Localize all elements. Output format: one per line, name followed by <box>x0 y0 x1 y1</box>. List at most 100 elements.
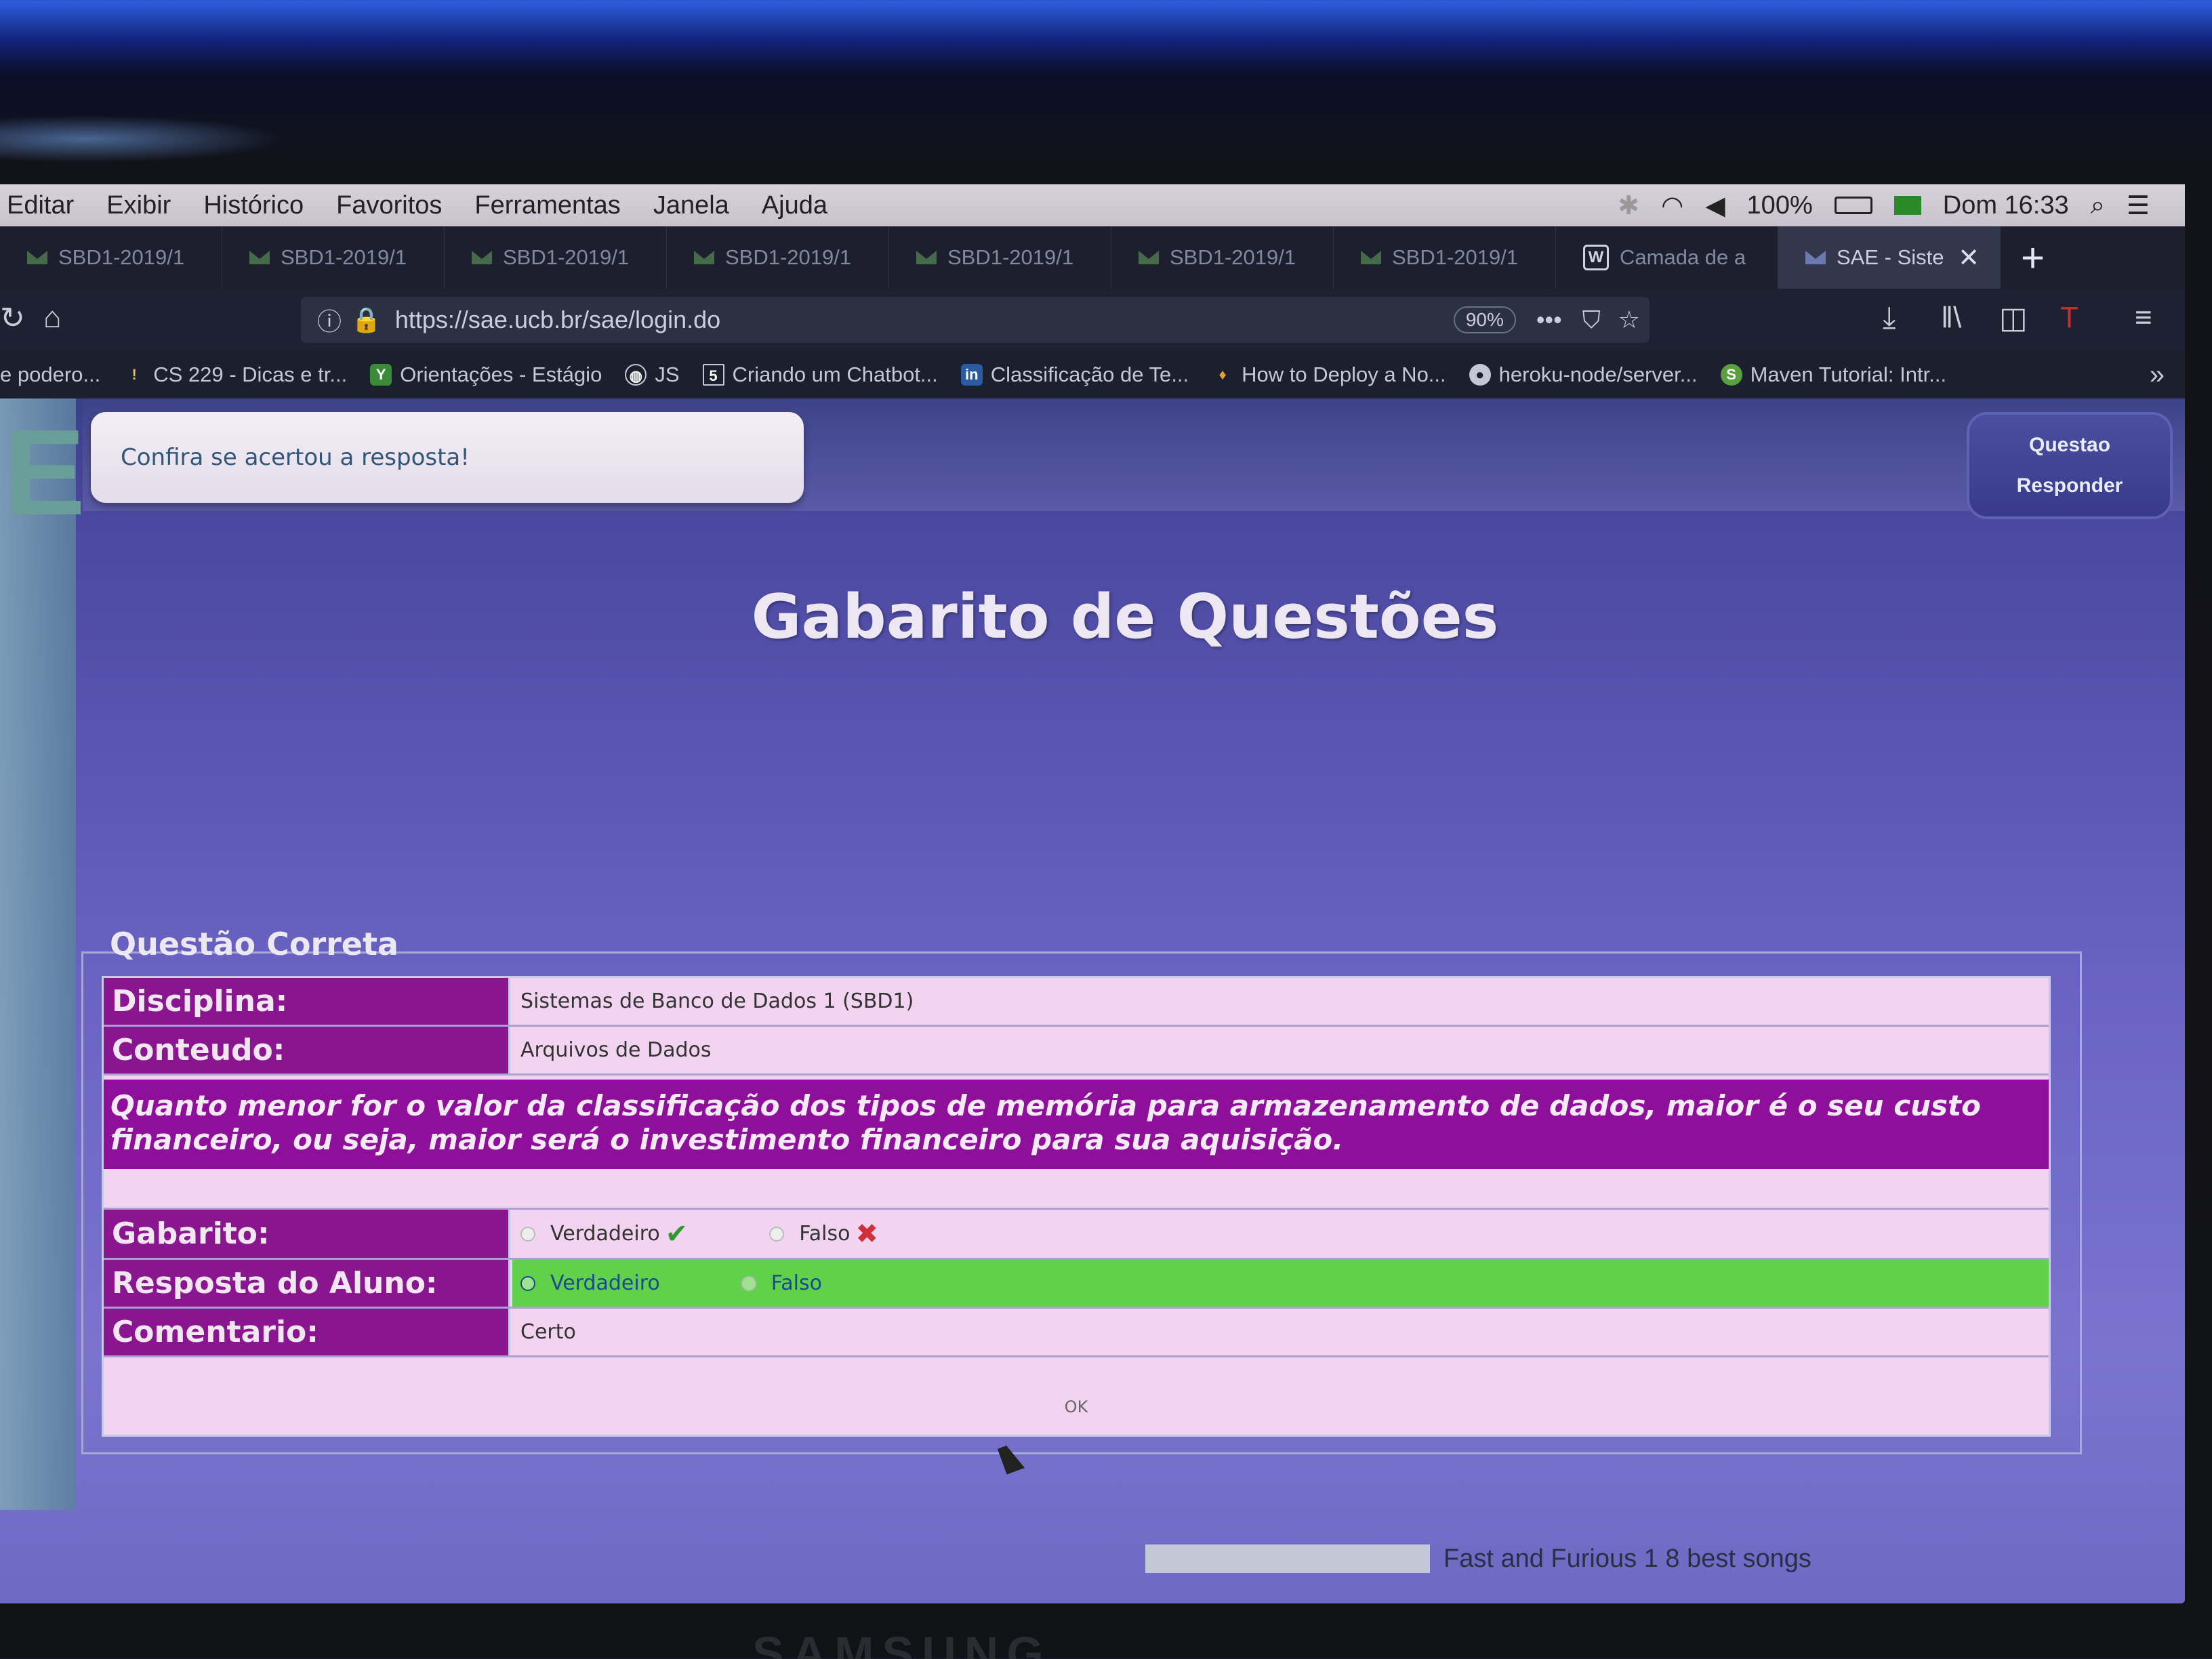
tab-label: SBD1-2019/1 <box>1392 245 1519 269</box>
menu-janela[interactable]: Janela <box>653 191 729 220</box>
gabarito-falso-radio <box>769 1226 785 1242</box>
gmail-icon <box>694 251 714 264</box>
lock-warning-icon[interactable]: 🔒 <box>351 306 382 334</box>
row-comentario: Comentario: Certo <box>104 1309 2049 1357</box>
bookmarks-bar: e podero... ! CS 229 - Dicas e tr... Y Ori… <box>0 351 2185 398</box>
tab-sbd1-5[interactable]: SBD1-2019/1 <box>889 226 1111 289</box>
bookmarks-overflow-icon[interactable]: » <box>2150 360 2165 390</box>
menubar-status-area: ✱ ◠ ◀ 100% Dom 16:33 ⌕ ☰ <box>1618 190 2185 221</box>
reload-icon[interactable]: ↻ <box>0 301 25 335</box>
tab-sbd1-4[interactable]: SBD1-2019/1 <box>667 226 889 289</box>
tab-sbd1-2[interactable]: SBD1-2019/1 <box>222 226 445 289</box>
tab-label: SBD1-2019/1 <box>503 245 630 269</box>
pin-icon: ! <box>131 366 137 383</box>
bookmark-label: JS <box>655 363 680 386</box>
bookmark-1[interactable]: e podero... <box>0 363 100 387</box>
url-bar[interactable]: ⓘ 🔒 https://sae.ucb.br/sae/login.do 90% … <box>301 297 1650 343</box>
bluetooth-icon[interactable]: ✱ <box>1618 190 1639 221</box>
comentario-value: Certo <box>512 1309 2049 1355</box>
extension-icon[interactable]: T <box>2060 301 2078 335</box>
battery-icon[interactable] <box>1834 197 1872 214</box>
bookmark-cs229[interactable]: ! CS 229 - Dicas e tr... <box>123 363 348 387</box>
notification-list-icon[interactable]: ☰ <box>2127 190 2150 221</box>
hamburger-menu-icon[interactable]: ≡ <box>2135 301 2152 335</box>
questao-button[interactable]: Questao <box>2029 434 2110 457</box>
fieldset-legend: Questão Correta <box>110 926 399 962</box>
bookmark-label: How to Deploy a No... <box>1242 363 1446 386</box>
library-icon[interactable]: ‖\ <box>1941 301 1961 335</box>
page-title: Gabarito de Questões <box>751 581 1499 653</box>
gabarito-falso-label: Falso <box>799 1222 851 1246</box>
spotlight-search-icon[interactable]: ⌕ <box>2091 191 2105 220</box>
github-icon: ● <box>1469 364 1491 386</box>
tab-label: SBD1-2019/1 <box>1170 245 1296 269</box>
menu-ferramentas[interactable]: Ferramentas <box>474 191 620 220</box>
home-icon[interactable]: ⌂ <box>43 301 62 335</box>
video-thumbnail[interactable] <box>1145 1544 1430 1573</box>
page-actions-icon[interactable]: ••• <box>1536 306 1562 334</box>
bookmark-label: Classificação de Te... <box>990 363 1189 386</box>
gmail-icon <box>1361 251 1381 264</box>
mac-menubar: Editar Exibir Histórico Favoritos Ferram… <box>0 184 2185 226</box>
gabarito-label: Gabarito: <box>104 1210 510 1258</box>
resposta-falso-radio <box>741 1275 756 1291</box>
answer-table: Disciplina: Sistemas de Banco de Dados 1… <box>102 976 2051 1437</box>
bookmark-label: Orientações - Estágio <box>400 363 602 386</box>
wifi-icon[interactable]: ◠ <box>1661 190 1683 221</box>
resposta-verdadeiro-radio <box>520 1275 535 1291</box>
wikipedia-icon: W <box>1583 245 1609 270</box>
tab-sbd1-6[interactable]: SBD1-2019/1 <box>1111 226 1334 289</box>
ok-button[interactable]: OK <box>1065 1397 1088 1416</box>
bookmark-classificacao[interactable]: in Classificação de Te... <box>960 363 1189 387</box>
tab-label: SBD1-2019/1 <box>725 245 852 269</box>
bookmark-orientacoes[interactable]: Y Orientações - Estágio <box>370 363 602 387</box>
tab-sae-active[interactable]: SAE - Siste ✕ <box>1778 226 2001 289</box>
bookmark-label: Criando um Chatbot... <box>732 363 938 386</box>
web-page: E Confira se acertou a resposta! Questao… <box>0 398 2185 1603</box>
bookmark-maven[interactable]: S Maven Tutorial: Intr... <box>1720 363 1946 387</box>
menu-historico[interactable]: Histórico <box>203 191 304 220</box>
menu-favoritos[interactable]: Favoritos <box>336 191 442 220</box>
battery-percent: 100% <box>1746 190 1813 220</box>
row-disciplina: Disciplina: Sistemas de Banco de Dados 1… <box>104 978 2049 1027</box>
tab-sbd1-3[interactable]: SBD1-2019/1 <box>445 226 667 289</box>
menu-ajuda[interactable]: Ajuda <box>762 191 827 220</box>
tab-label: SBD1-2019/1 <box>281 245 407 269</box>
sidebar-icon[interactable]: ◫ <box>1999 301 2028 335</box>
row-gabarito: Gabarito: Verdadeiro ✔ Falso ✖ <box>104 1210 2049 1260</box>
tab-camada[interactable]: W Camada de a <box>1556 226 1778 289</box>
menu-editar[interactable]: Editar <box>7 191 74 220</box>
responder-button[interactable]: Responder <box>2017 474 2123 497</box>
close-tab-icon[interactable]: ✕ <box>1958 243 1980 273</box>
gabarito-verdadeiro-radio <box>520 1226 535 1242</box>
clock[interactable]: Dom 16:33 <box>1943 191 2069 220</box>
gabarito-options: Verdadeiro ✔ Falso ✖ <box>512 1210 2049 1258</box>
new-tab-icon[interactable]: + <box>2021 234 2045 281</box>
tab-label: SAE - Siste <box>1837 245 1944 269</box>
gmail-icon <box>27 251 47 264</box>
tab-sbd1-1[interactable]: SBD1-2019/1 <box>0 226 222 289</box>
menu-exibir[interactable]: Exibir <box>106 191 171 220</box>
bookmark-chatbot[interactable]: 5 Criando um Chatbot... <box>702 363 938 387</box>
resposta-verdadeiro-label: Verdadeiro <box>550 1271 660 1295</box>
flame-icon: ♦ <box>1218 366 1227 383</box>
question-text: Quanto menor for o valor da classificaçã… <box>104 1080 2049 1169</box>
gmail-icon <box>472 251 492 264</box>
bookmark-star-icon[interactable]: ☆ <box>1618 306 1640 334</box>
bookmark-js[interactable]: ◍ JS <box>625 363 680 387</box>
download-icon[interactable]: ⤓ <box>1883 301 1896 335</box>
left-side-panel: E <box>0 398 85 1510</box>
pocket-icon[interactable]: ⛉ <box>1582 306 1601 335</box>
bookmark-deploy[interactable]: ♦ How to Deploy a No... <box>1212 363 1446 387</box>
zoom-level[interactable]: 90% <box>1453 306 1516 333</box>
info-icon[interactable]: ⓘ <box>317 302 342 337</box>
gmail-icon <box>249 251 270 264</box>
monitor-brand-logo: SAMSUNG <box>752 1627 1052 1659</box>
background-video-title[interactable]: Fast and Furious 1 8 best songs <box>1443 1544 1811 1574</box>
tab-sbd1-7[interactable]: SBD1-2019/1 <box>1334 226 1556 289</box>
gabarito-verdadeiro-label: Verdadeiro <box>550 1222 660 1246</box>
volume-icon[interactable]: ◀ <box>1705 190 1725 221</box>
url-text[interactable]: https://sae.ucb.br/sae/login.do <box>395 306 720 334</box>
flag-icon[interactable] <box>1893 196 1921 215</box>
bookmark-heroku[interactable]: ● heroku-node/server... <box>1469 363 1698 387</box>
